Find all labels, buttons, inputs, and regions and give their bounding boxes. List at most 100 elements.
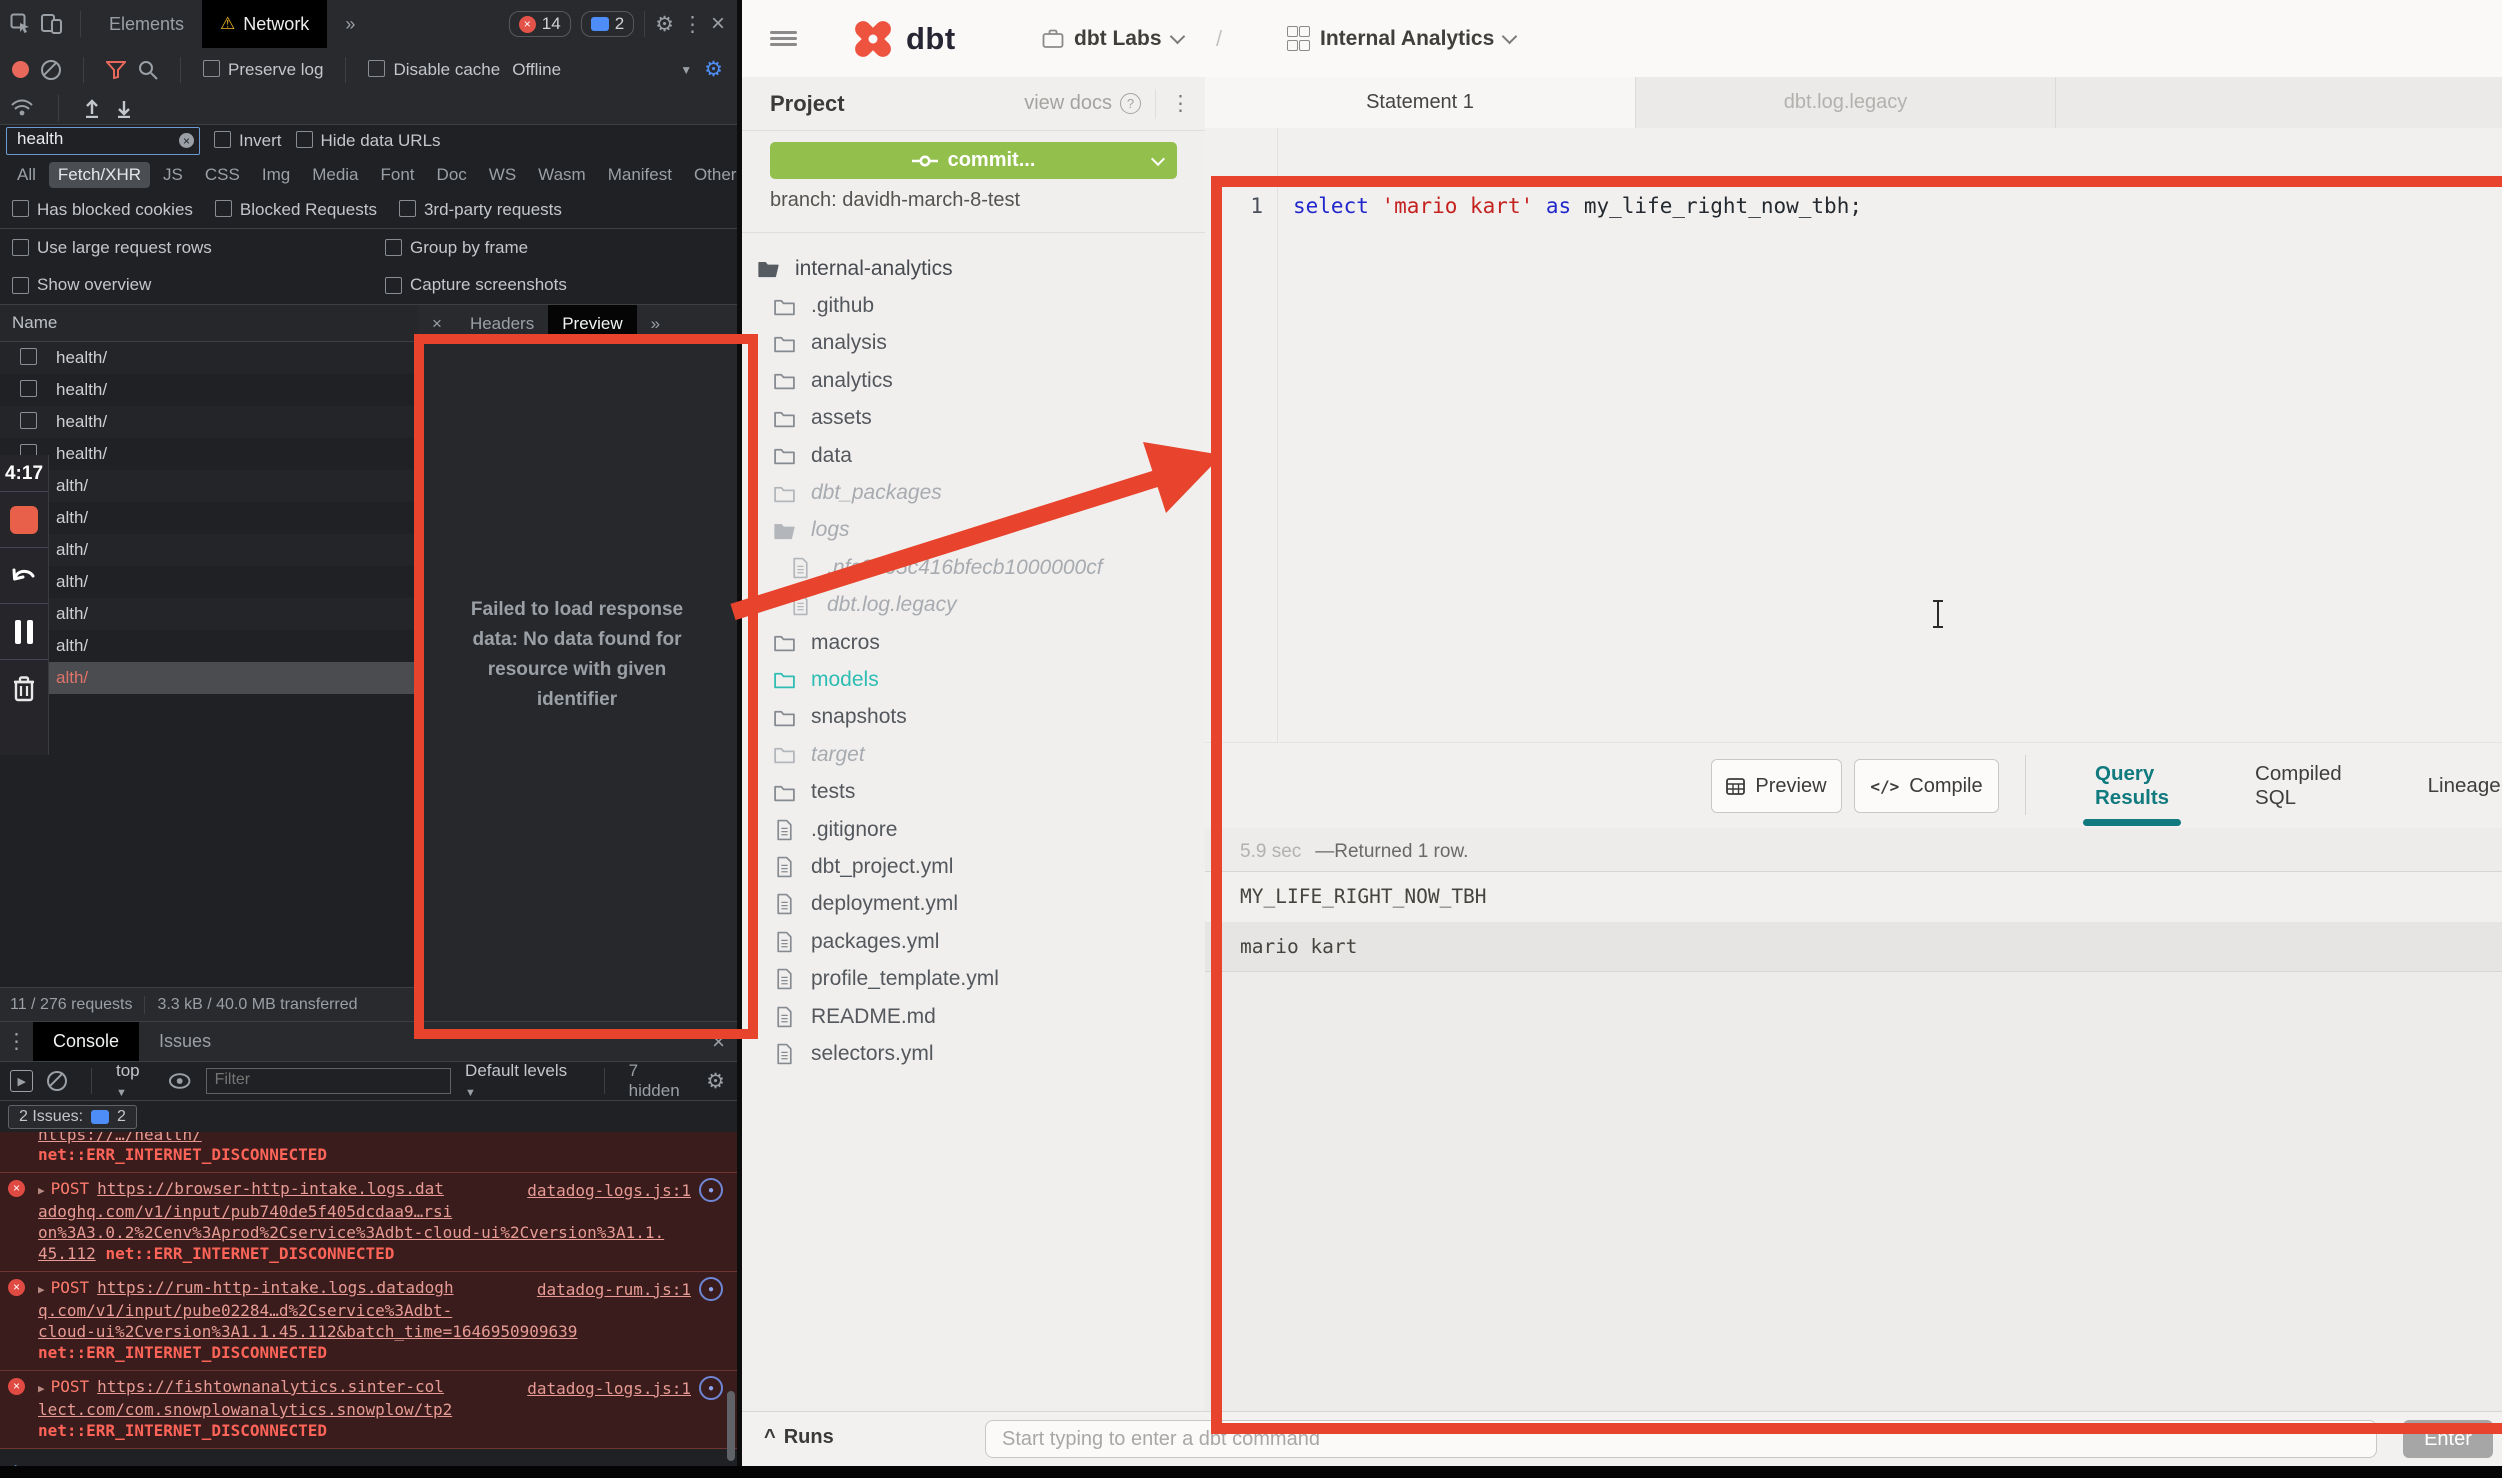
filter-type-manifest[interactable]: Manifest <box>599 162 681 188</box>
tree-item-target[interactable]: target <box>742 736 1205 773</box>
tab-headers[interactable]: Headers <box>456 305 548 342</box>
expand-icon[interactable]: ▶ <box>38 1382 45 1395</box>
tab-network[interactable]: ⚠Network <box>202 0 327 48</box>
filter-type-media[interactable]: Media <box>303 162 367 188</box>
tree-item-tests[interactable]: tests <box>742 773 1205 810</box>
console-error[interactable]: × datadog-logs.js:1● ▶POSThttps://browse… <box>0 1173 737 1272</box>
tree-item-packages.yml[interactable]: packages.yml <box>742 923 1205 960</box>
commit-button[interactable]: commit... <box>770 142 1177 179</box>
export-har-icon[interactable] <box>115 98 133 118</box>
dbt-logo-icon[interactable] <box>850 0 896 77</box>
error-source-link[interactable]: datadog-logs.js:1 <box>527 1180 691 1201</box>
close-request-icon[interactable]: × <box>418 305 456 342</box>
invert-checkbox[interactable]: Invert <box>214 131 282 151</box>
sql-editor[interactable]: 1 select 'mario kart' as my_life_right_n… <box>1205 128 2502 742</box>
search-icon[interactable] <box>138 60 158 80</box>
runs-toggle[interactable]: ^Runs <box>764 1426 834 1449</box>
filter-type-doc[interactable]: Doc <box>428 162 476 188</box>
more-response-tabs-icon[interactable]: » <box>637 305 674 342</box>
close-console-icon[interactable]: × <box>712 1029 725 1055</box>
tree-item-selectors.yml[interactable]: selectors.yml <box>742 1035 1205 1072</box>
network-conditions-icon[interactable] <box>10 98 34 118</box>
tree-item-README.md[interactable]: README.md <box>742 998 1205 1035</box>
tree-item-dbt_project.yml[interactable]: dbt_project.yml <box>742 848 1205 885</box>
initiator-badge-icon[interactable]: ● <box>699 1178 723 1202</box>
tree-item-models[interactable]: models <box>742 661 1205 698</box>
clear-filter-icon[interactable]: × <box>179 133 194 148</box>
network-request-row[interactable]: alth/ <box>0 662 418 694</box>
tab-preview[interactable]: Preview <box>548 305 636 342</box>
tree-item-snapshots[interactable]: snapshots <box>742 699 1205 736</box>
show-overview-checkbox[interactable]: Show overview <box>12 275 151 295</box>
large-rows-checkbox[interactable]: Use large request rows <box>12 238 212 258</box>
pause-recording-button[interactable] <box>0 604 48 659</box>
filter-type-css[interactable]: CSS <box>196 162 249 188</box>
tree-item-data[interactable]: data <box>742 437 1205 474</box>
tree-item-analytics[interactable]: analytics <box>742 362 1205 399</box>
restart-recording-button[interactable] <box>0 548 48 603</box>
network-request-row[interactable]: health/ <box>0 438 418 470</box>
eye-icon[interactable] <box>168 1073 191 1089</box>
close-devtools-icon[interactable]: × <box>711 10 725 38</box>
console-kebab-icon[interactable]: ⋮ <box>6 1029 27 1054</box>
import-har-icon[interactable] <box>83 98 101 118</box>
tab-lineage[interactable]: Lineage <box>2416 743 2502 828</box>
tree-item-logs[interactable]: logs <box>742 512 1205 549</box>
throttling-select[interactable]: Offline <box>512 60 561 80</box>
filter-type-wasm[interactable]: Wasm <box>529 162 595 188</box>
tab-compiled-sql[interactable]: Compiled SQL <box>2243 743 2354 828</box>
console-filter-field[interactable] <box>207 1070 447 1090</box>
filter-check[interactable]: Blocked Requests <box>215 200 377 220</box>
network-request-row[interactable]: alth/ <box>0 502 418 534</box>
result-row[interactable]: mario kart <box>1205 922 2502 972</box>
hamburger-menu-icon[interactable] <box>770 0 797 77</box>
error-url-link[interactable]: https://fishtownanalytics.sinter-col <box>97 1377 444 1396</box>
initiator-badge-icon[interactable]: ● <box>699 1277 723 1301</box>
project-selector[interactable]: Internal Analytics <box>1320 0 1515 77</box>
error-url-link[interactable]: https://rum-http-intake.logs.datadogh <box>97 1278 453 1297</box>
view-docs-link[interactable]: view docs ? <box>1024 92 1141 115</box>
issue-count-badge[interactable]: 2 <box>581 11 634 37</box>
initiator-badge-icon[interactable]: ● <box>699 1376 723 1400</box>
inspect-icon[interactable] <box>10 13 32 35</box>
dbt-command-input[interactable] <box>985 1420 2377 1458</box>
throttling-caret-icon[interactable]: ▼ <box>680 63 692 77</box>
hide-data-urls-checkbox[interactable]: Hide data URLs <box>296 131 441 151</box>
tab-statement-1[interactable]: Statement 1 <box>1205 77 1636 128</box>
console-sidebar-icon[interactable]: ▶ <box>10 1070 33 1092</box>
error-source-link[interactable]: datadog-logs.js:1 <box>527 1378 691 1399</box>
network-request-row[interactable]: alth/ <box>0 598 418 630</box>
context-selector[interactable]: top ▼ <box>116 1061 154 1101</box>
network-request-row[interactable]: health/ <box>0 406 418 438</box>
console-settings-gear-icon[interactable]: ⚙ <box>706 1069 725 1094</box>
more-tabs-icon[interactable]: » <box>327 0 373 48</box>
disable-cache-checkbox[interactable]: Disable cache <box>368 60 500 80</box>
filter-type-js[interactable]: JS <box>154 162 192 188</box>
log-levels-select[interactable]: Default levels ▼ <box>465 1061 580 1101</box>
tab-issues[interactable]: Issues <box>139 1022 231 1061</box>
console-filter-input[interactable] <box>206 1068 451 1094</box>
clear-console-icon[interactable] <box>47 1071 67 1091</box>
tree-item-analysis[interactable]: analysis <box>742 325 1205 362</box>
tab-dbt-log-legacy[interactable]: dbt.log.legacy <box>1636 77 2056 128</box>
tree-item-.nfc3665c416bfecb1000000cf[interactable]: .nfc3665c416bfecb1000000cf <box>742 549 1205 586</box>
name-column-header[interactable]: Name <box>0 305 418 342</box>
filter-type-img[interactable]: Img <box>253 162 299 188</box>
account-selector[interactable]: dbt Labs <box>1074 0 1183 77</box>
tab-elements[interactable]: Elements <box>91 0 202 48</box>
preview-button[interactable]: Preview <box>1711 759 1842 813</box>
result-column-header[interactable]: MY_LIFE_RIGHT_NOW_TBH <box>1205 871 2502 923</box>
tree-item-macros[interactable]: macros <box>742 624 1205 661</box>
network-request-row[interactable]: alth/ <box>0 534 418 566</box>
tab-query-results[interactable]: Query Results <box>2083 743 2181 828</box>
error-url-link[interactable]: https://browser-http-intake.logs.dat <box>97 1179 444 1198</box>
error-count-badge[interactable]: ×14 <box>509 11 571 37</box>
filter-type-font[interactable]: Font <box>372 162 424 188</box>
filter-text-field[interactable] <box>15 128 139 150</box>
network-filter-input[interactable]: × <box>6 127 200 155</box>
tree-item-dbt_packages[interactable]: dbt_packages <box>742 474 1205 511</box>
error-source-link[interactable]: datadog-rum.js:1 <box>537 1279 691 1300</box>
filter-type-fetch/xhr[interactable]: Fetch/XHR <box>49 162 150 188</box>
tree-item-deployment.yml[interactable]: deployment.yml <box>742 886 1205 923</box>
tree-item-.gitignore[interactable]: .gitignore <box>742 811 1205 848</box>
